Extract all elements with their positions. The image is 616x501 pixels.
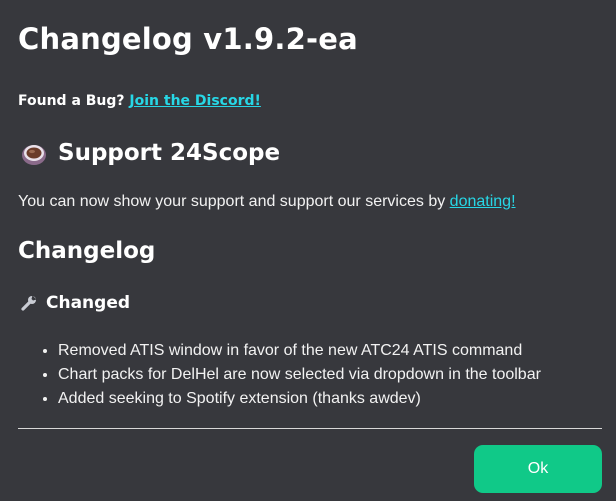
ok-button[interactable]: Ok xyxy=(474,445,602,493)
changed-section-heading: Changed xyxy=(20,293,130,313)
coffee-cup-icon xyxy=(20,139,48,167)
bug-report-line: Found a Bug? Join the Discord! xyxy=(18,93,261,109)
bug-prefix: Found a Bug? xyxy=(18,93,125,109)
divider xyxy=(18,428,602,429)
donate-link[interactable]: donating! xyxy=(450,193,516,210)
changes-list: Removed ATIS window in favor of the new … xyxy=(40,339,541,411)
changelog-heading: Changelog xyxy=(18,238,156,264)
support-heading-text: Support 24Scope xyxy=(58,140,281,166)
list-item: Removed ATIS window in favor of the new … xyxy=(58,339,541,363)
dialog-title: Changelog v1.9.2-ea xyxy=(18,22,358,56)
wrench-icon xyxy=(20,294,38,312)
list-item: Added seeking to Spotify extension (than… xyxy=(58,387,541,411)
support-text-prefix: You can now show your support and suppor… xyxy=(18,193,446,210)
changed-label: Changed xyxy=(46,293,131,313)
list-item: Chart packs for DelHel are now selected … xyxy=(58,363,541,387)
support-heading: Support 24Scope xyxy=(18,139,280,167)
discord-link[interactable]: Join the Discord! xyxy=(129,93,260,109)
changelog-dialog: Changelog v1.9.2-ea Found a Bug? Join th… xyxy=(0,0,616,501)
support-text: You can now show your support and suppor… xyxy=(18,193,516,211)
